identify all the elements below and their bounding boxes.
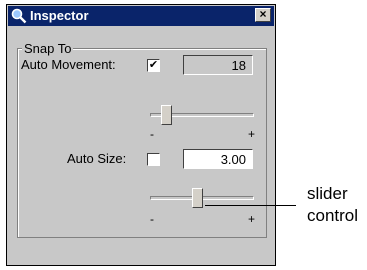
checkmark-icon: ✔ bbox=[148, 59, 159, 71]
auto-movement-slider-thumb[interactable] bbox=[161, 105, 173, 125]
auto-size-tick-max: + bbox=[248, 212, 256, 226]
inspector-window: Inspector × Snap To Auto Movement: ✔ 18 … bbox=[6, 4, 276, 266]
callout-line bbox=[205, 205, 296, 206]
window-title: Inspector bbox=[30, 8, 89, 23]
auto-size-tick-min: - bbox=[150, 212, 154, 226]
auto-movement-label: Auto Movement: bbox=[21, 57, 116, 72]
annotation-line-1: slider bbox=[307, 184, 348, 203]
slider-control-annotation: slider control bbox=[307, 183, 358, 227]
snap-to-group bbox=[17, 48, 267, 238]
close-button[interactable]: × bbox=[255, 8, 271, 22]
auto-movement-tick-min: - bbox=[150, 127, 154, 141]
auto-movement-value[interactable]: 18 bbox=[183, 55, 253, 75]
auto-size-value[interactable]: 3.00 bbox=[183, 149, 253, 169]
auto-movement-tick-max: + bbox=[248, 127, 256, 141]
snap-to-legend: Snap To bbox=[22, 41, 74, 56]
auto-size-checkbox[interactable] bbox=[147, 153, 160, 166]
auto-size-slider-thumb[interactable] bbox=[191, 188, 203, 208]
title-bar[interactable]: Inspector × bbox=[8, 6, 274, 26]
auto-size-label: Auto Size: bbox=[67, 151, 127, 166]
auto-movement-checkbox[interactable]: ✔ bbox=[147, 59, 160, 72]
annotation-line-2: control bbox=[307, 206, 359, 225]
magnifier-icon bbox=[11, 8, 27, 24]
